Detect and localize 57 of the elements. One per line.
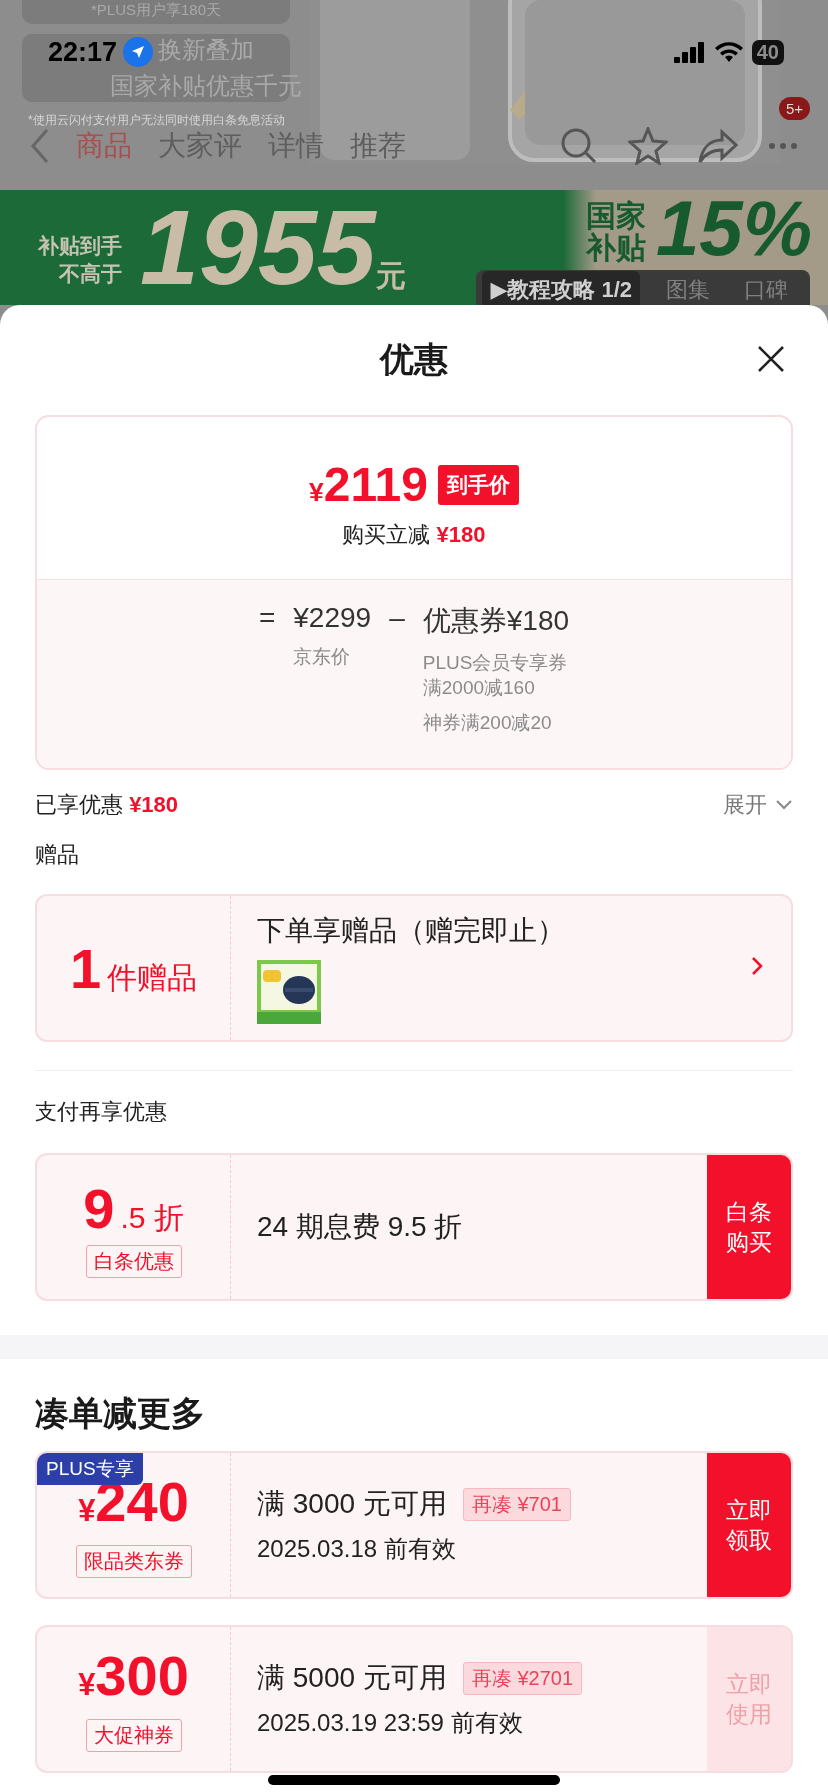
- gift-title: 下单享赠品（赠完即止）: [257, 914, 566, 948]
- chevron-icon: [775, 799, 793, 811]
- banner-unit: 元: [375, 259, 406, 294]
- buy-button[interactable]: 白条购买: [707, 1155, 791, 1299]
- saving-text: 购买立减 ¥180: [342, 521, 486, 549]
- signal-icon: [673, 41, 706, 63]
- base-price-label: 京东价: [293, 645, 352, 669]
- banner-text: 不高于: [59, 261, 122, 287]
- sheet-title: 优惠: [380, 339, 448, 380]
- banner-price: 1955: [140, 190, 376, 305]
- gift-count: 1 件赠品: [69, 935, 198, 1001]
- coupon-button[interactable]: 立即使用: [707, 1627, 791, 1771]
- discount-value: 9.5 折: [83, 1176, 184, 1241]
- nav-tab[interactable]: 推荐: [350, 127, 406, 165]
- equals-sign: =: [258, 602, 276, 635]
- coupon-type: 大促神券: [85, 1719, 182, 1752]
- minus-sign: –: [389, 602, 405, 635]
- coupon-type: 限品类东券: [75, 1545, 192, 1578]
- coupon-condition: 满 5000 元可用: [257, 1661, 447, 1695]
- coupon-value: ¥300: [78, 1646, 189, 1709]
- final-price: ¥2119: [309, 457, 428, 512]
- section-heading: 支付再享优惠: [35, 1098, 168, 1126]
- search-icon[interactable]: [560, 127, 598, 165]
- banner-text: 国家: [585, 200, 646, 232]
- more-icon[interactable]: [768, 142, 798, 150]
- section-heading: 赠品: [35, 841, 80, 869]
- coupon-condition: 满 3000 元可用: [257, 1487, 447, 1521]
- notification-badge: 5+: [778, 97, 810, 120]
- coupon-detail: 神券满200减20: [422, 711, 553, 735]
- wifi-icon: [713, 41, 744, 63]
- banner-text: 补贴到手: [38, 233, 122, 259]
- banner-text: 补贴: [585, 232, 646, 264]
- payment-description: 24 期息费 9.5 折: [257, 1210, 464, 1244]
- gift-card[interactable]: 1 件赠品 下单享赠品（赠完即止）: [35, 894, 793, 1042]
- expand-toggle[interactable]: 展开: [723, 790, 793, 820]
- gap-tag: 再凑 ¥701: [462, 1487, 571, 1521]
- payment-tag: 白条优惠: [85, 1245, 182, 1278]
- share-icon[interactable]: [698, 128, 738, 164]
- price-tag: 到手价: [437, 464, 519, 505]
- banner-percent: 15%: [654, 190, 813, 266]
- section-heading: 凑单减更多: [35, 1393, 206, 1434]
- status-time: 22:17: [48, 36, 118, 68]
- star-icon[interactable]: [628, 127, 668, 165]
- coupon-detail: PLUS会员专享券 满2000减160: [422, 651, 569, 700]
- media-tab[interactable]: 图集: [658, 271, 718, 309]
- media-tab[interactable]: 口碑: [736, 271, 796, 309]
- coupon-validity: 2025.03.18 前有效: [257, 1534, 457, 1564]
- location-icon: [123, 37, 154, 67]
- enjoyed-discount: 已享优惠 ¥180: [35, 791, 179, 819]
- coupon-button[interactable]: 立即领取: [707, 1453, 791, 1597]
- coupon-amount: 优惠券¥180: [422, 604, 570, 638]
- disclaimer-text: *使用云闪付支付用户无法同时使用白条免息活动: [27, 112, 285, 129]
- gap-tag: 再凑 ¥2701: [462, 1661, 583, 1695]
- base-price: ¥2299: [293, 602, 372, 634]
- coupon-validity: 2025.03.19 23:59 前有效: [257, 1708, 524, 1738]
- chevron-icon: [751, 956, 763, 976]
- nav-tab[interactable]: 商品: [76, 127, 132, 165]
